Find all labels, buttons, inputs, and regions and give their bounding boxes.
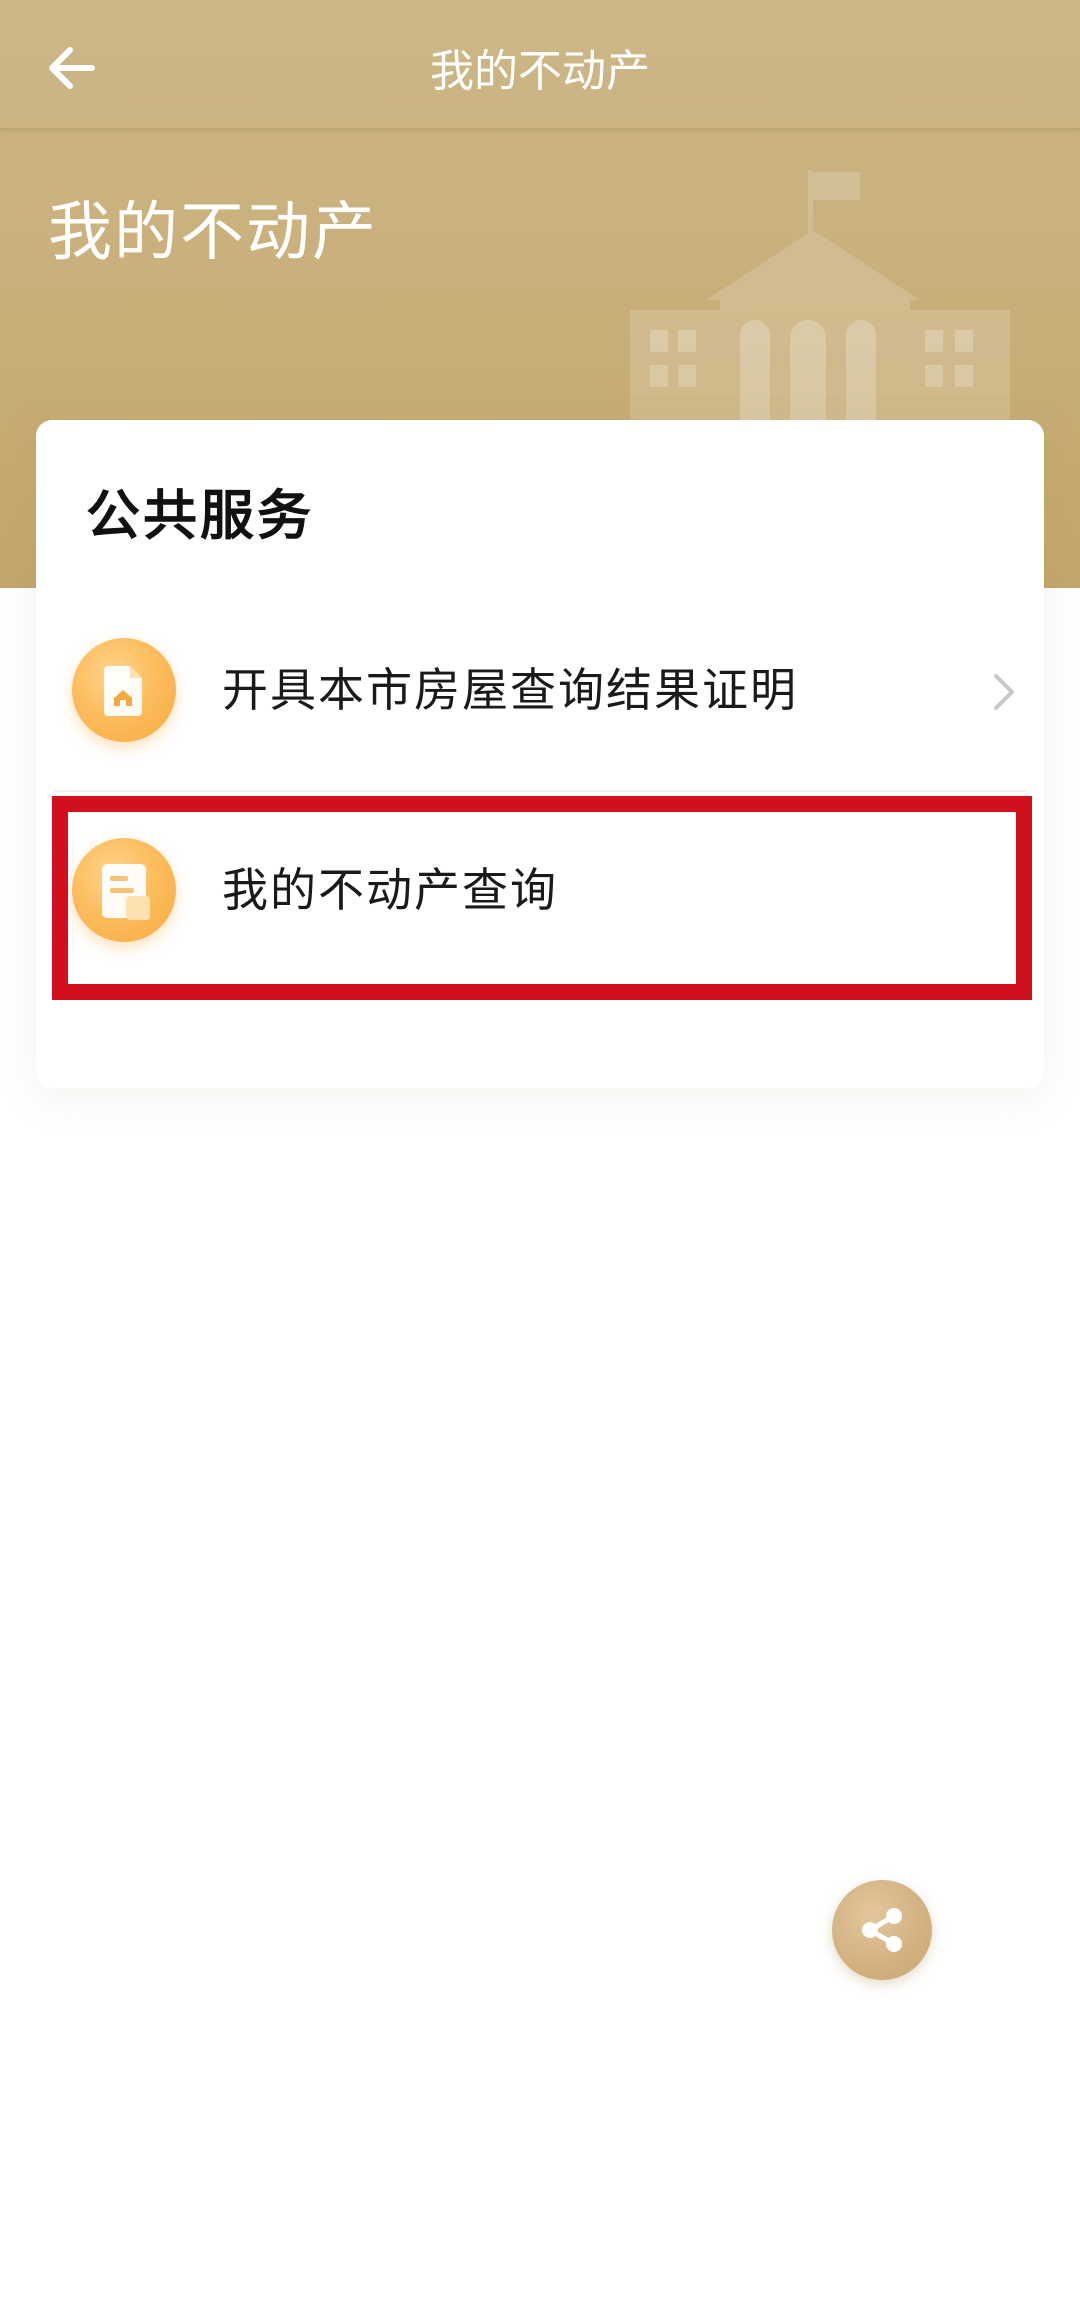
- page-title: 我的不动产: [430, 46, 650, 97]
- nav-bar: 我的不动产: [0, 0, 1080, 130]
- share-icon: [862, 1908, 902, 1952]
- divider: [54, 992, 1026, 994]
- hero-title: 我的不动产: [48, 196, 378, 270]
- card-title: 公共服务: [86, 484, 314, 547]
- document-list-icon: [72, 838, 176, 942]
- list-item-label: 开具本市房屋查询结果证明: [222, 663, 798, 717]
- divider: [54, 790, 1026, 792]
- share-button[interactable]: [832, 1880, 932, 1980]
- list-item-my-property-query[interactable]: 我的不动产查询: [54, 794, 1026, 990]
- chevron-right-icon: [994, 674, 1014, 710]
- public-services-card: 公共服务 开具本市房屋查询结果证明 我的不动产查询: [36, 420, 1044, 1088]
- list-item-housing-certificate[interactable]: 开具本市房屋查询结果证明: [54, 594, 1026, 790]
- list-item-label: 我的不动产查询: [222, 863, 558, 917]
- house-document-icon: [72, 638, 176, 742]
